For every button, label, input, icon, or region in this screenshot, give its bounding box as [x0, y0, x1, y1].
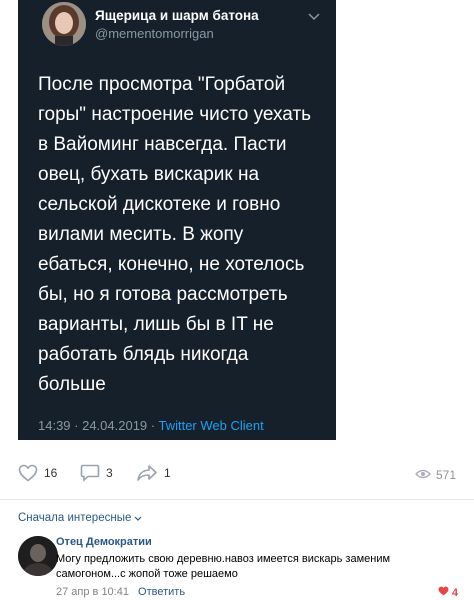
sort-label: Сначала интересные	[18, 512, 132, 524]
tweet-timestamp: 14:39 · 24.04.2019 · Twitter Web Client	[38, 418, 264, 433]
tweet-text-line: больше	[38, 374, 106, 395]
tweet-text-line: горы" настроение чисто уехать	[38, 104, 312, 125]
comment-author-avatar[interactable]	[18, 536, 58, 576]
section-divider	[0, 499, 474, 500]
like-button[interactable]: 16	[18, 464, 57, 482]
comment-like-button[interactable]: 4	[438, 586, 458, 599]
tweet-text: После просмотра "Горбатой горы" настроени…	[38, 70, 328, 400]
comment-item: Отец Демократии Могу предложить свою дер…	[18, 536, 458, 599]
comment-bubble-icon	[80, 464, 100, 482]
share-arrow-icon	[136, 464, 158, 482]
post-action-bar: 16 3 1 571	[0, 464, 474, 490]
chevron-down-icon	[308, 8, 320, 26]
tweet-text-line: овец, бухать вискарик на	[38, 164, 260, 185]
comments-sort-dropdown[interactable]: Сначала интересные	[18, 512, 142, 524]
tweet-screenshot: Ящерица и шарм батона @mementomorrigan П…	[18, 0, 336, 440]
tweet-text-line: вилами месить. В жопу	[38, 224, 244, 245]
tweet-author-avatar	[42, 2, 86, 46]
comment-like-count: 4	[451, 586, 458, 599]
tweet-text-line: ебаться, конечно, не хотелось	[38, 254, 305, 275]
like-count: 16	[44, 466, 58, 480]
eye-icon	[415, 468, 431, 482]
tweet-text-line: работать блядь никогда	[38, 344, 249, 365]
tweet-author-handle: @mementomorrigan	[95, 26, 214, 41]
comment-button[interactable]: 3	[80, 464, 113, 482]
tweet-text-line: сельской дискотеке и говно	[38, 194, 281, 215]
chevron-down-icon	[134, 512, 142, 524]
tweet-text-line: варианты, лишь бы в IT не	[38, 314, 274, 335]
tweet-client: Twitter Web Client	[158, 418, 264, 433]
comment-text: Могу предложить свою деревню.навоз имеет…	[56, 553, 391, 580]
views-count: 571	[435, 468, 456, 482]
share-button[interactable]: 1	[136, 464, 171, 482]
heart-icon	[18, 464, 38, 482]
comment-meta: 27 апр в 10:41 Ответить	[56, 586, 185, 598]
heart-icon	[438, 586, 449, 599]
tweet-text-line: бы, но я готова рассмотреть	[38, 284, 288, 305]
tweet-text-line: После просмотра "Горбатой	[38, 74, 286, 95]
comment-count: 3	[106, 466, 113, 480]
tweet-datetime: 14:39 · 24.04.2019 ·	[38, 418, 159, 433]
views-counter: 571	[415, 468, 456, 482]
tweet-author-name: Ящерица и шарм батона	[95, 8, 259, 23]
comment-author-name[interactable]: Отец Демократии	[56, 536, 152, 548]
tweet-text-line: в Вайоминг навсегда. Пасти	[38, 134, 287, 155]
reply-button[interactable]: Ответить	[138, 586, 185, 598]
comment-date[interactable]: 27 апр в 10:41	[56, 586, 129, 598]
share-count: 1	[164, 466, 171, 480]
